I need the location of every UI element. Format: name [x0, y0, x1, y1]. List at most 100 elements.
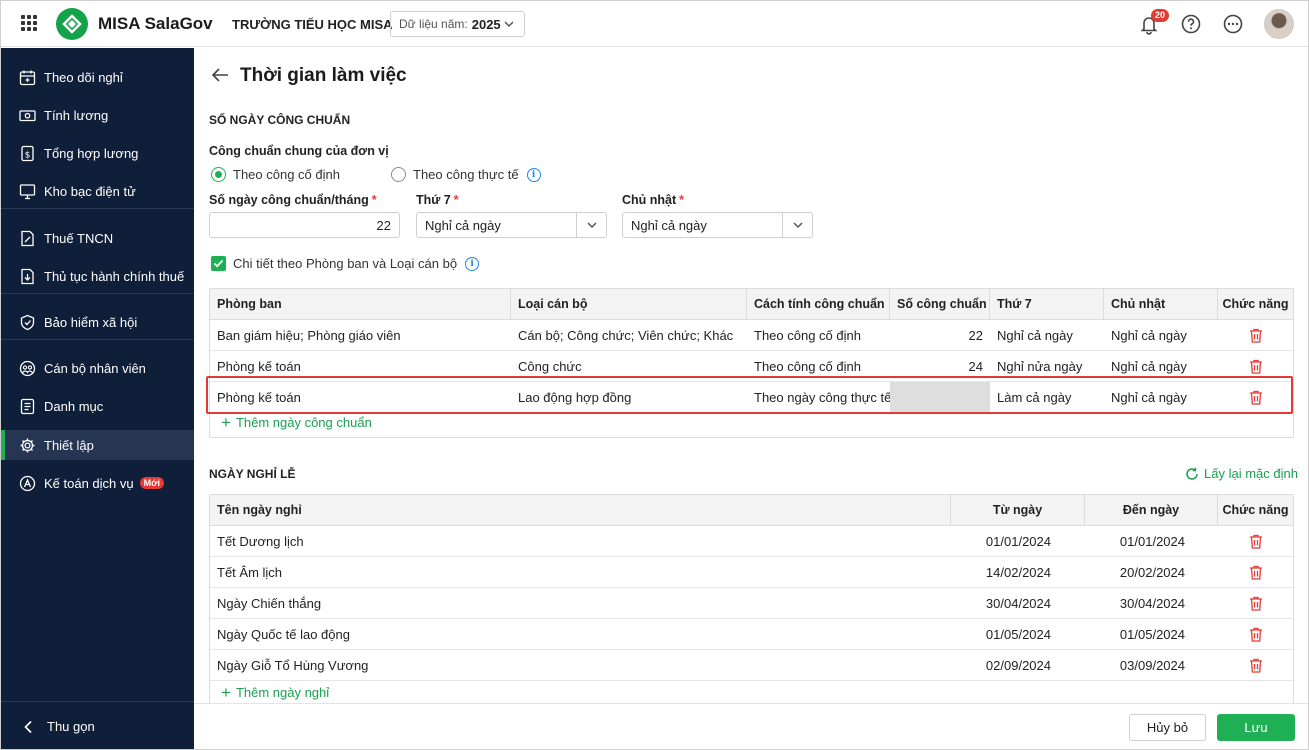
trash-icon [1249, 565, 1262, 580]
sidebar-item-danh-muc[interactable]: Danh mục [1, 391, 194, 421]
delete-button[interactable] [1218, 320, 1293, 350]
trash-icon [1249, 328, 1262, 343]
sidebar-item-thiet-lap[interactable]: Thiết lập [1, 430, 194, 460]
top-bar: MISA SalaGov TRƯỜNG TIỂU HỌC MISA Dữ liệ… [1, 1, 1308, 47]
info-icon[interactable]: i [526, 167, 541, 182]
radio-actual-indicator [391, 167, 406, 182]
trash-icon [1249, 596, 1262, 611]
cell-from-date: 14/02/2024 [985, 564, 1051, 580]
brand-logo-icon [56, 8, 88, 40]
radio-fixed-indicator [211, 167, 226, 182]
sidebar-item-thu-tuc-hanh-chinh-thue[interactable]: Thủ tục hành chính thuế [1, 261, 194, 291]
avatar[interactable] [1264, 9, 1294, 39]
saturday-select[interactable]: Nghỉ cả ngày [416, 212, 607, 238]
page-title: Thời gian làm việc [240, 65, 407, 86]
cell-to-date: 30/04/2024 [1119, 595, 1185, 611]
chevron-down-icon [576, 213, 606, 237]
brand-name: MISA SalaGov [98, 14, 213, 33]
table-row[interactable]: Ngày Giỗ Tổ Hùng Vương 02/09/2024 03/09/… [210, 650, 1293, 681]
sidebar-item-label: Kho bạc điện tử [44, 183, 136, 199]
delete-button[interactable] [1218, 588, 1293, 618]
app-window: MISA SalaGov TRƯỜNG TIỂU HỌC MISA Dữ liệ… [0, 0, 1309, 750]
cell-from-date: 01/01/2024 [985, 533, 1051, 549]
sidebar-item-theo-doi-nghi[interactable]: Theo dõi nghỉ [1, 62, 194, 92]
cell-department: Ban giám hiệu; Phòng giáo viên [217, 327, 401, 343]
app-grid-icon[interactable] [21, 15, 37, 31]
help-icon[interactable] [1180, 13, 1202, 35]
radio-actual[interactable]: Theo công thực tế i [391, 167, 541, 182]
add-holiday-label: Thêm ngày nghỉ [235, 685, 330, 700]
days-per-month-input[interactable]: 22 [209, 212, 400, 238]
add-holiday-button[interactable]: + Thêm ngày nghỉ [221, 683, 330, 702]
refresh-icon [1186, 467, 1198, 480]
days-per-month-label: Số ngày công chuẩn/tháng * [209, 193, 377, 207]
section-title-standard-days: SỐ NGÀY CÔNG CHUẨN [209, 113, 351, 127]
detail-checkbox[interactable]: Chi tiết theo Phòng ban và Loại cán bộ i [211, 256, 480, 271]
cell-from-date: 02/09/2024 [985, 657, 1051, 673]
collapse-label: Thu gọn [47, 719, 95, 734]
cell-holiday-name: Tết Dương lịch [217, 533, 304, 549]
sidebar-item-label: Cán bộ nhân viên [44, 360, 146, 376]
back-arrow-icon[interactable] [211, 67, 229, 83]
plus-icon: + [221, 413, 231, 432]
column-header: Chức năng [1222, 503, 1289, 517]
sidebar-item-label: Tính lương [44, 107, 109, 123]
sidebar-item-can-bo-nhan-vien[interactable]: Cán bộ nhân viên [1, 353, 194, 383]
cell-to-date: 01/05/2024 [1119, 626, 1185, 642]
radio-fixed-label: Theo công cố định [233, 167, 340, 182]
reset-default-button[interactable]: Lấy lại mặc định [1185, 466, 1298, 481]
cell-saturday: Nghỉ cả ngày [997, 327, 1073, 343]
add-standard-day-button[interactable]: + Thêm ngày công chuẩn [221, 413, 372, 432]
delete-button[interactable] [1218, 619, 1293, 649]
trash-icon [1249, 534, 1262, 549]
cell-to-date: 03/09/2024 [1119, 657, 1185, 673]
radio-fixed[interactable]: Theo công cố định [211, 167, 340, 182]
sidebar-item-label: Danh mục [44, 398, 104, 414]
table-row[interactable]: Ban giám hiệu; Phòng giáo viên Cán bộ; C… [210, 320, 1293, 351]
plus-icon: + [221, 683, 231, 702]
table-row[interactable]: Tết Âm lịch 14/02/2024 20/02/2024 [210, 557, 1293, 588]
year-select-label: Dữ liệu năm: [399, 17, 468, 31]
sidebar-item-bao-hiem-xa-hoi[interactable]: Bảo hiểm xã hội [1, 307, 194, 337]
delete-button[interactable] [1218, 526, 1293, 556]
saturday-label: Thứ 7 * [416, 193, 459, 207]
detail-checkbox-label: Chi tiết theo Phòng ban và Loại cán bộ [233, 256, 458, 271]
accounting-icon [19, 475, 36, 491]
shield-icon [20, 314, 35, 330]
year-select[interactable]: Dữ liệu năm: 2025 [390, 11, 525, 37]
cancel-button[interactable]: Hủy bỏ [1129, 714, 1206, 741]
sidebar-item-tinh-luong[interactable]: Tính lương [1, 100, 194, 130]
sidebar-item-thue-tncn[interactable]: Thuế TNCN [1, 223, 194, 253]
more-options-icon[interactable] [1222, 13, 1244, 35]
sunday-label: Chủ nhật * [622, 193, 685, 207]
table-header-row: Phòng ban Loại cán bộ Cách tính công chu… [210, 289, 1293, 320]
main-content: Thời gian làm việc SỐ NGÀY CÔNG CHUẨN Cô… [194, 48, 1308, 704]
cell-method: Theo công cố định [754, 327, 861, 343]
table-row[interactable]: Tết Dương lịch 01/01/2024 01/01/2024 [210, 526, 1293, 557]
organization-name: TRƯỜNG TIỂU HỌC MISA [232, 17, 393, 32]
delete-button[interactable] [1218, 650, 1293, 680]
sidebar-item-ke-toan-dich-vu[interactable]: Kế toán dịch vụ Mới [1, 468, 194, 498]
section-title-holidays: NGÀY NGHỈ LỄ [209, 467, 296, 481]
column-header: Chức năng [1222, 297, 1289, 311]
table-row[interactable]: Ngày Chiến thắng 30/04/2024 30/04/2024 [210, 588, 1293, 619]
delete-button[interactable] [1218, 557, 1293, 587]
cell-to-date: 20/02/2024 [1119, 564, 1185, 580]
info-icon[interactable]: i [465, 256, 480, 271]
collapse-sidebar-button[interactable]: Thu gọn [1, 701, 194, 749]
new-badge: Mới [139, 477, 165, 489]
sidebar-item-kho-bac-dien-tu[interactable]: Kho bạc điện tử [1, 176, 194, 206]
table-row[interactable]: Ngày Quốc tế lao động 01/05/2024 01/05/2… [210, 619, 1293, 650]
cell-sunday: Nghỉ cả ngày [1111, 327, 1187, 343]
sunday-select[interactable]: Nghỉ cả ngày [622, 212, 813, 238]
sunday-select-value: Nghỉ cả ngày [631, 217, 707, 233]
monitor-icon [19, 183, 36, 199]
cell-from-date: 01/05/2024 [985, 626, 1051, 642]
cell-holiday-name: Ngày Giỗ Tổ Hùng Vương [217, 657, 369, 673]
holidays-table: Tên ngày nghỉ Từ ngày Đến ngày Chức năng… [209, 494, 1294, 704]
sidebar-item-tong-hop-luong[interactable]: $ Tổng hợp lương [1, 138, 194, 168]
sidebar-item-label: Kế toán dịch vụ [44, 475, 134, 491]
notification-badge: 20 [1151, 9, 1170, 22]
column-header: Đến ngày [1085, 495, 1218, 525]
save-button[interactable]: Lưu [1217, 714, 1295, 741]
